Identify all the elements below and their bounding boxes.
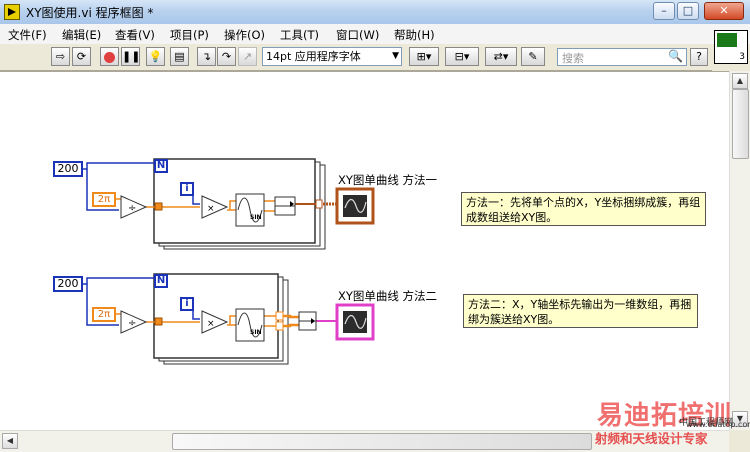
menu-file[interactable]: 文件(F) [8,27,47,43]
comment-method-1[interactable]: 方法一：先将单个点的X，Y坐标捆绑成簇，再组成数组送给XY图。 [461,192,706,226]
font-select-value: 14pt 应用程序字体 [266,50,361,63]
vertical-scroll-thumb[interactable] [732,89,749,159]
menu-window[interactable]: 窗口(W) [336,27,379,43]
maximize-button[interactable]: □ [677,2,699,20]
loop-count-terminal-1[interactable]: N [154,159,168,173]
step-into-icon[interactable]: ↴ [197,47,216,66]
wire-count-2 [82,277,156,285]
block-diagram-canvas[interactable]: ÷ × ÷ × 200 2π N i SIN XY图单曲线 方法一 方法一：先将… [0,71,729,431]
cleanup-diagram-icon[interactable]: ✎ [521,47,545,66]
numeric-constant-count-2[interactable]: 200 [53,276,83,292]
retain-wire-values-icon[interactable]: ▤ [170,47,189,66]
loop-iteration-terminal-2[interactable]: i [180,297,194,311]
step-over-icon[interactable]: ↷ [217,47,236,66]
y-output-tunnel-2 [275,321,284,331]
scroll-left-icon[interactable]: ◀ [2,433,18,449]
menu-tools[interactable]: 工具(T) [280,27,319,43]
align-objects-icon[interactable]: ⊞▾ [409,47,439,66]
wire-layer: ÷ × ÷ × [82,158,375,365]
multiply-symbol-1: × [207,204,215,214]
menu-view[interactable]: 查看(V) [115,27,155,43]
window-title: XY图使用.vi 程序框图 * [26,6,154,20]
close-button[interactable]: ✕ [704,2,744,20]
title-bar: XY图使用.vi 程序框图 * – □ ✕ [0,0,750,25]
pause-icon[interactable]: ❚❚ [121,47,140,66]
menu-operate[interactable]: 操作(O) [224,27,265,43]
x-output-tunnel-2 [275,311,284,321]
sin-label-1: SIN [250,214,262,221]
menu-help[interactable]: 帮助(H) [394,27,435,43]
vi-icon[interactable]: 3 [714,30,748,64]
xy-graph-display-2 [343,311,367,333]
menu-project[interactable]: 项目(P) [170,27,209,43]
scroll-up-icon[interactable]: ▲ [732,73,748,89]
sin-label-2: SIN [250,329,262,336]
labview-app-icon[interactable] [4,4,20,20]
vi-icon-graphic [717,33,737,47]
xy-graph-label-1[interactable]: XY图单曲线 方法一 [338,172,437,188]
menu-bar: 文件(F) 编辑(E) 查看(V) 项目(P) 操作(O) 工具(T) 窗口(W… [0,24,750,44]
constant-2pi-2[interactable]: 2π [92,307,116,322]
input-tunnel-1 [154,202,163,211]
wire-y-array-2 [283,323,299,328]
horizontal-scroll-thumb[interactable] [172,433,592,450]
chevron-down-icon: ▼ [392,51,399,61]
multiply-symbol-2: × [207,319,215,329]
constant-2pi-1[interactable]: 2π [92,192,116,207]
divide-symbol-1: ÷ [128,203,136,214]
divide-symbol-2: ÷ [128,318,136,329]
watermark-slogan: 射频和天线设计专家 [595,431,708,446]
numeric-constant-count-1[interactable]: 200 [53,161,83,177]
search-input[interactable]: 搜索 🔍 [557,48,687,66]
xy-graph-display-1 [343,195,367,217]
step-out-icon[interactable]: ↗ [238,47,257,66]
run-continuously-icon[interactable]: ⟳ [72,47,91,66]
loop-count-terminal-2[interactable]: N [154,274,168,288]
vi-icon-number: 3 [739,52,745,62]
watermark-url: www.edatop.com [686,420,750,429]
xy-graph-label-2[interactable]: XY图单曲线 方法二 [338,288,437,304]
wire-x-array-2 [283,314,299,319]
vertical-scrollbar[interactable]: ▲ ▼ [729,71,750,430]
search-icon[interactable]: 🔍 [668,49,683,63]
reorder-icon[interactable]: ⇄▾ [485,47,517,66]
run-arrow-icon[interactable]: ⇨ [51,47,70,66]
loop-iteration-terminal-1[interactable]: i [180,182,194,196]
font-select[interactable]: 14pt 应用程序字体 ▼ [262,47,402,66]
wire-count-1 [82,162,156,170]
minimize-button[interactable]: – [653,2,675,20]
distribute-objects-icon[interactable]: ⊟▾ [445,47,479,66]
menu-edit[interactable]: 编辑(E) [62,27,101,43]
comment-method-2[interactable]: 方法二：X，Y轴坐标先输出为一维数组，再捆绑为簇送给XY图。 [463,294,698,328]
abort-icon[interactable] [100,47,119,66]
context-help-button[interactable]: ? [690,48,708,66]
highlight-execution-icon[interactable]: 💡 [146,47,165,66]
input-tunnel-2 [154,317,163,326]
search-placeholder: 搜索 [562,52,584,65]
output-tunnel-1 [315,199,323,209]
